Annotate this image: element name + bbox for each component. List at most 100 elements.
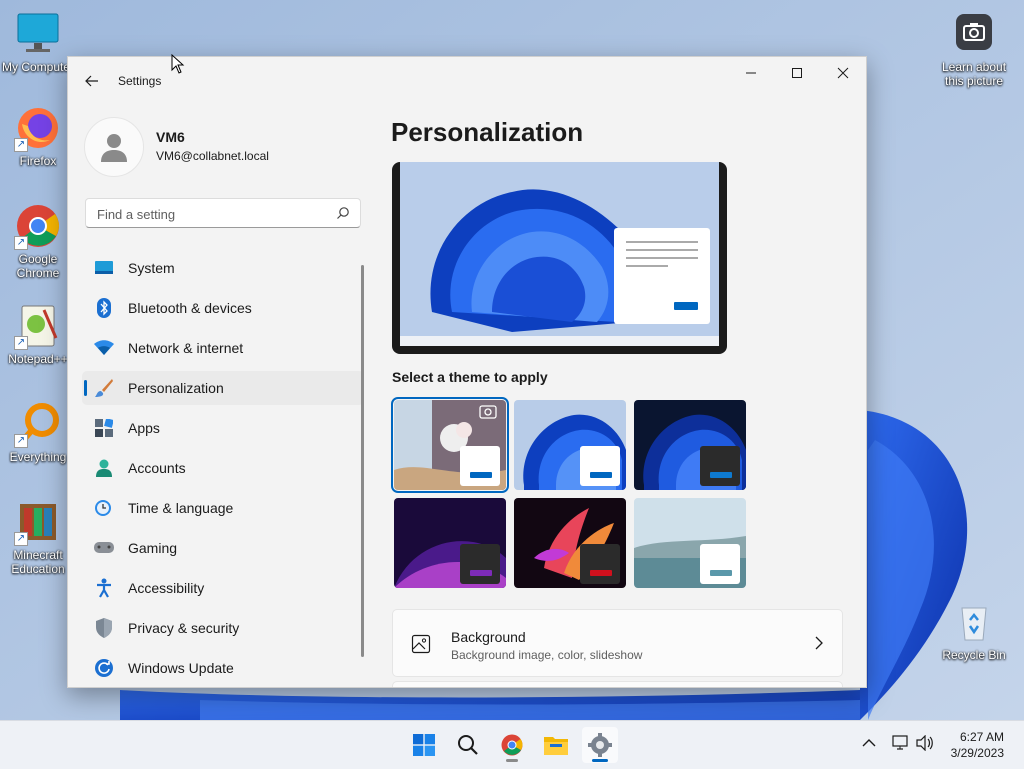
- chrome-icon: [501, 734, 523, 756]
- card-subtitle: Background image, color, slideshow: [451, 648, 643, 662]
- user-profile[interactable]: VM6 VM6@collabnet.local: [84, 117, 374, 177]
- nav-item-accessibility[interactable]: Accessibility: [82, 571, 364, 605]
- nav-item-accounts[interactable]: Accounts: [82, 451, 364, 485]
- desktop-icon-label: Learn about this picture: [941, 60, 1007, 88]
- maximize-button[interactable]: [774, 57, 820, 89]
- desktop-icon-firefox[interactable]: ↗ Firefox: [0, 104, 76, 168]
- nav-item-privacy-security[interactable]: Privacy & security: [82, 611, 364, 645]
- shield-icon: [94, 618, 114, 638]
- desktop-icon-recycle-bin[interactable]: Recycle Bin: [936, 598, 1012, 662]
- taskbar: 6:27 AM 3/29/2023: [0, 720, 1024, 769]
- network-icon[interactable]: [892, 735, 910, 751]
- recycle-bin-icon: [950, 598, 998, 646]
- nav-label: Accounts: [128, 460, 186, 476]
- brush-icon: [94, 378, 114, 398]
- desktop-icon-label: Notepad++: [8, 352, 68, 366]
- search-icon: [458, 735, 478, 755]
- user-name: VM6: [156, 129, 185, 145]
- maximize-icon: [792, 68, 802, 78]
- theme-windows-light[interactable]: [514, 400, 626, 490]
- avatar: [84, 117, 144, 177]
- gamepad-icon: [94, 538, 114, 558]
- settings-taskbar-button[interactable]: [582, 727, 618, 763]
- nav-label: Accessibility: [128, 580, 205, 596]
- desktop-icon-notepadpp[interactable]: ↗ Notepad++: [0, 302, 76, 366]
- background-setting-card[interactable]: Background Background image, color, slid…: [392, 609, 843, 677]
- desktop-icon-google-chrome[interactable]: ↗ Google Chrome: [0, 202, 76, 280]
- next-setting-card[interactable]: [392, 681, 843, 687]
- update-icon: [94, 658, 114, 678]
- person-icon: [94, 458, 114, 478]
- wifi-icon: [94, 338, 114, 358]
- search-button[interactable]: [450, 727, 486, 763]
- theme-section-heading: Select a theme to apply: [392, 369, 548, 385]
- theme-glow[interactable]: [394, 498, 506, 588]
- theme-windows-spotlight[interactable]: [391, 397, 509, 493]
- nav-item-system[interactable]: System: [82, 251, 364, 285]
- nav-label: System: [128, 260, 175, 276]
- chevron-up-icon[interactable]: [862, 738, 876, 748]
- minimize-icon: [746, 72, 756, 74]
- volume-icon[interactable]: [916, 735, 934, 751]
- start-icon: [413, 734, 435, 756]
- nav-item-windows-update[interactable]: Windows Update: [82, 651, 364, 685]
- nav-label: Time & language: [128, 500, 234, 516]
- search-input[interactable]: [95, 204, 329, 224]
- desktop-icon-everything[interactable]: ↗ Everything: [0, 400, 76, 464]
- clock[interactable]: 6:27 AM 3/29/2023: [951, 729, 1004, 761]
- desktop-icon-minecraft-education[interactable]: ↗ Minecraft Education: [0, 498, 76, 576]
- monitor-icon: [14, 10, 62, 58]
- shortcut-arrow-icon: ↗: [14, 532, 28, 546]
- active-indicator: [592, 759, 608, 762]
- chevron-right-icon: [815, 636, 823, 650]
- nav-label: Network & internet: [128, 340, 244, 356]
- clock-time: 6:27 AM: [959, 730, 1004, 744]
- back-button[interactable]: [78, 67, 106, 95]
- chrome-icon: ↗: [14, 202, 62, 250]
- apps-icon: [94, 418, 114, 438]
- title-bar[interactable]: Settings: [68, 57, 866, 105]
- file-explorer-taskbar-button[interactable]: [538, 727, 574, 763]
- nav-item-bluetooth[interactable]: Bluetooth & devices: [82, 291, 364, 325]
- mouse-cursor-icon: [171, 54, 185, 74]
- desktop-icon-label: Recycle Bin: [942, 648, 1006, 662]
- nav-label: Windows Update: [128, 660, 234, 676]
- shortcut-arrow-icon: ↗: [14, 236, 28, 250]
- nav-item-time-language[interactable]: Time & language: [82, 491, 364, 525]
- back-arrow-icon: [85, 75, 98, 87]
- close-button[interactable]: [820, 57, 866, 89]
- nav-label: Personalization: [128, 380, 224, 396]
- nav-item-network[interactable]: Network & internet: [82, 331, 364, 365]
- firefox-icon: ↗: [14, 104, 62, 152]
- bluetooth-icon: [94, 298, 114, 318]
- search-box[interactable]: [85, 198, 361, 228]
- nav-scrollbar[interactable]: [361, 265, 364, 657]
- nav-label: Gaming: [128, 540, 178, 556]
- desktop-icon-label: Everything: [9, 450, 67, 464]
- nav-item-apps[interactable]: Apps: [82, 411, 364, 445]
- accessibility-icon: [94, 578, 114, 598]
- shortcut-arrow-icon: ↗: [14, 434, 28, 448]
- nav-item-gaming[interactable]: Gaming: [82, 531, 364, 565]
- page-title: Personalization: [391, 117, 584, 147]
- running-indicator: [506, 759, 518, 762]
- search-icon[interactable]: [336, 206, 350, 220]
- user-icon: [101, 134, 127, 162]
- notepadpp-icon: ↗: [14, 302, 62, 350]
- settings-icon: [588, 733, 612, 757]
- theme-flow[interactable]: [634, 498, 746, 588]
- minimize-button[interactable]: [728, 57, 774, 89]
- chrome-taskbar-button[interactable]: [494, 727, 530, 763]
- theme-windows-dark[interactable]: [634, 400, 746, 490]
- theme-captured-motion[interactable]: [514, 498, 626, 588]
- clock-date: 3/29/2023: [950, 746, 1004, 760]
- desktop-icon-label: My Computer: [1, 60, 75, 74]
- nav-label: Bluetooth & devices: [128, 300, 252, 316]
- close-icon: [837, 67, 849, 79]
- minecraft-icon: ↗: [14, 498, 62, 546]
- nav-list: System Bluetooth & devices Network & int…: [82, 251, 364, 687]
- nav-item-personalization[interactable]: Personalization: [82, 371, 364, 405]
- desktop-icon-learn-about-picture[interactable]: Learn about this picture: [936, 10, 1012, 88]
- desktop-icon-my-computer[interactable]: My Computer: [0, 10, 76, 74]
- start-button[interactable]: [406, 727, 442, 763]
